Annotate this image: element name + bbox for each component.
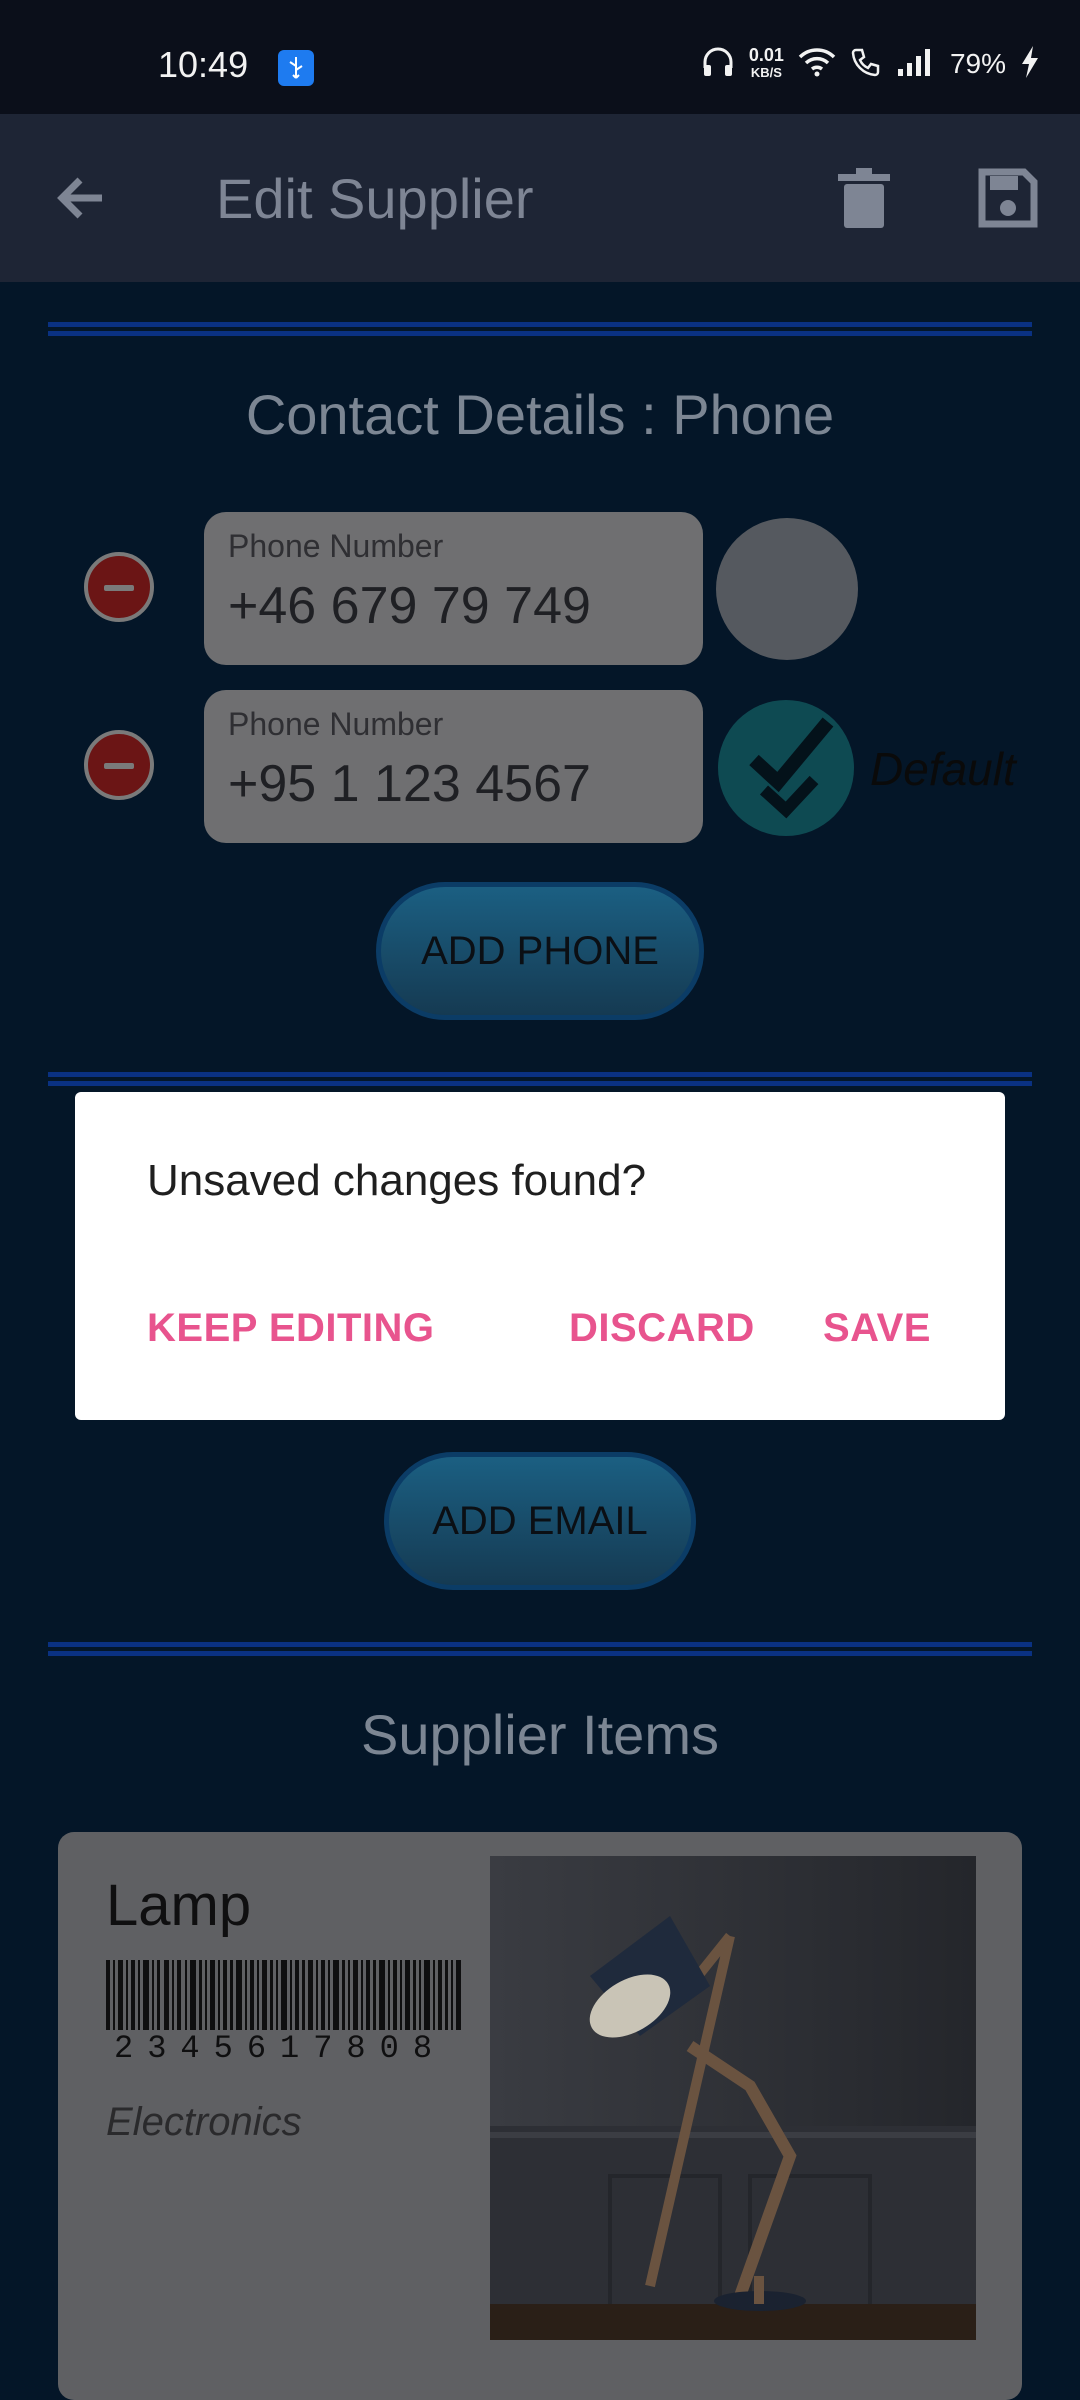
keep-editing-button[interactable]: KEEP EDITING <box>147 1306 435 1351</box>
discard-button[interactable]: DISCARD <box>569 1306 755 1351</box>
dialog-message: Unsaved changes found? <box>147 1156 647 1205</box>
save-button[interactable]: SAVE <box>823 1306 931 1351</box>
unsaved-changes-dialog: Unsaved changes found? KEEP EDITING DISC… <box>75 1092 1005 1420</box>
